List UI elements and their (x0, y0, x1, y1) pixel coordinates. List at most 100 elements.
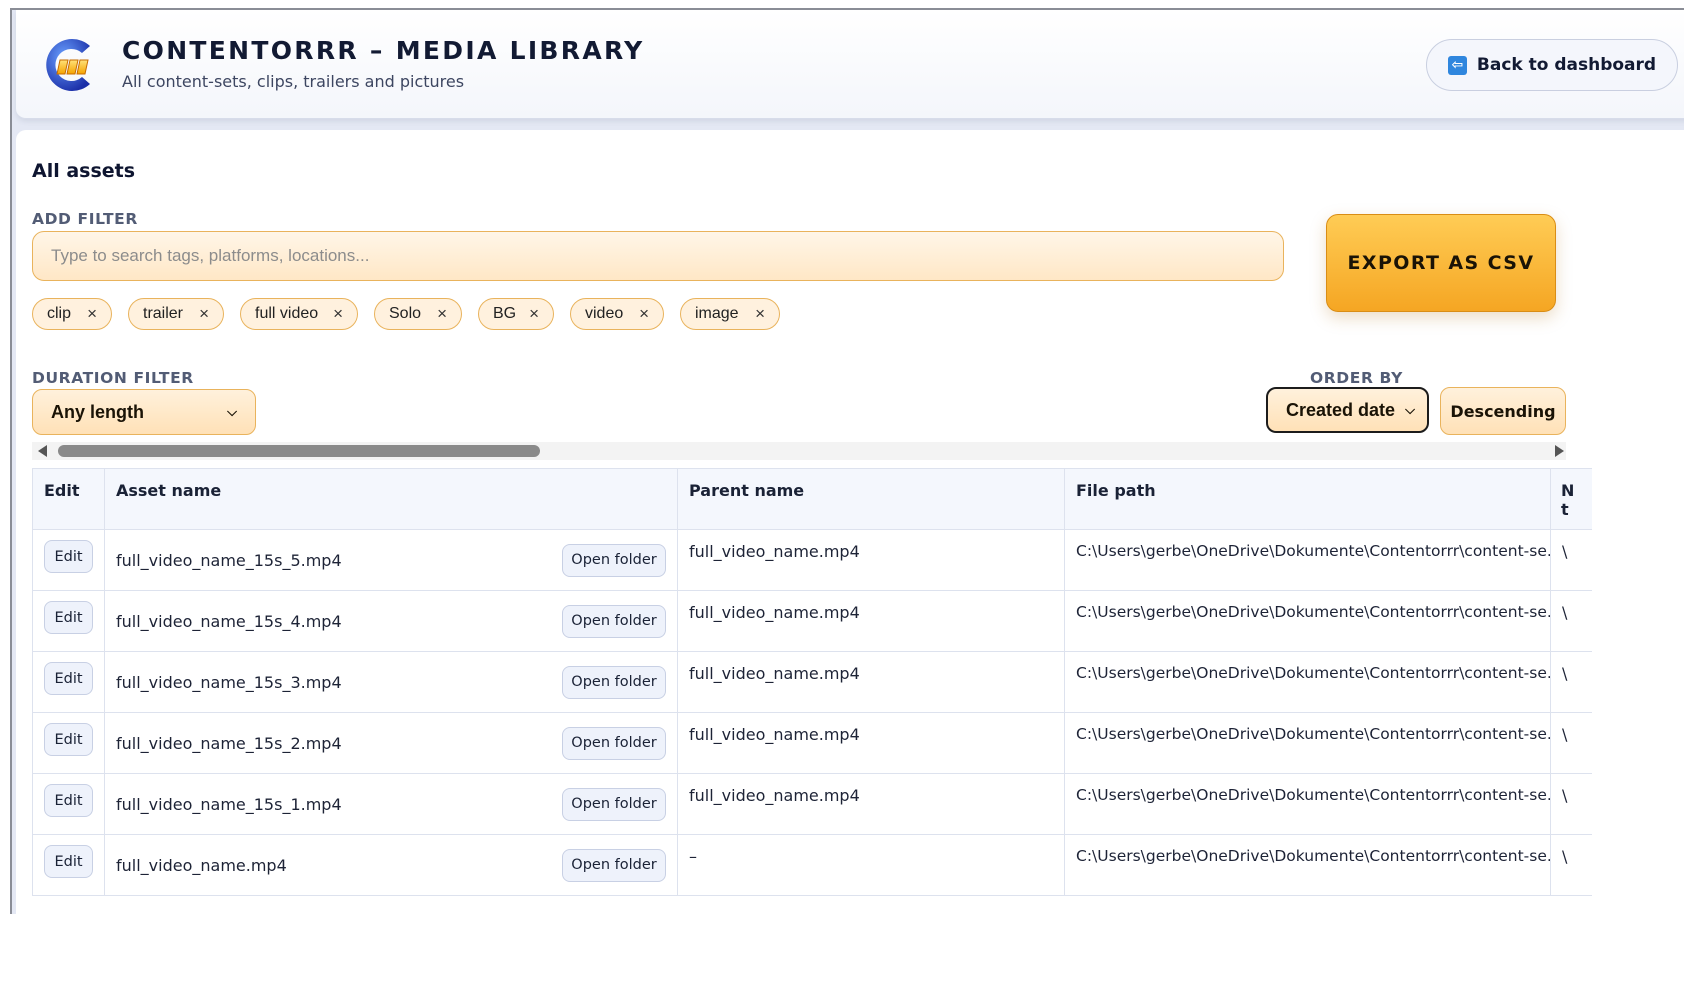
open-folder-button[interactable]: Open folder (562, 787, 666, 821)
truncated-cell: \ (1550, 590, 1592, 652)
chip-full-video[interactable]: full video × (240, 298, 358, 330)
asset-name-cell: full_video_name.mp4 Open folder (104, 834, 678, 896)
app-title: CONTENTORRR – MEDIA LIBRARY (122, 36, 645, 65)
main-content: All assets ADD FILTER EXPORT AS CSV clip… (16, 130, 1684, 981)
open-folder-button[interactable]: Open folder (562, 665, 666, 699)
close-icon[interactable]: × (755, 304, 765, 324)
edit-button[interactable]: Edit (44, 723, 93, 756)
file-path: C:\Users\gerbe\OneDrive\Dokumente\Conten… (1064, 834, 1551, 896)
parent-name: full_video_name.mp4 (677, 529, 1065, 591)
export-csv-button[interactable]: EXPORT AS CSV (1326, 214, 1556, 312)
close-icon[interactable]: × (87, 304, 97, 324)
asset-name-cell: full_video_name_15s_2.mp4 Open folder (104, 712, 678, 774)
chip-solo[interactable]: Solo × (374, 298, 462, 330)
close-icon[interactable]: × (333, 304, 343, 324)
column-header-edit: Edit (32, 468, 105, 530)
asset-name: full_video_name_15s_2.mp4 (116, 733, 342, 753)
edit-cell: Edit (32, 590, 105, 652)
section-title: All assets (32, 160, 136, 182)
close-icon[interactable]: × (199, 304, 209, 324)
file-path: C:\Users\gerbe\OneDrive\Dokumente\Conten… (1064, 529, 1551, 591)
asset-name-cell: full_video_name_15s_4.mp4 Open folder (104, 590, 678, 652)
open-folder-button[interactable]: Open folder (562, 604, 666, 638)
close-icon[interactable]: × (529, 304, 539, 324)
open-folder-button[interactable]: Open folder (562, 726, 666, 760)
file-path: C:\Users\gerbe\OneDrive\Dokumente\Conten… (1064, 590, 1551, 652)
chip-trailer[interactable]: trailer × (128, 298, 224, 330)
edit-button[interactable]: Edit (44, 540, 93, 573)
chevron-down-icon: ⌵ (1405, 402, 1415, 417)
sort-direction-button[interactable]: Descending (1440, 387, 1566, 435)
asset-name: full_video_name_15s_4.mp4 (116, 611, 342, 631)
file-path: C:\Users\gerbe\OneDrive\Dokumente\Conten… (1064, 712, 1551, 774)
table-row: Edit full_video_name_15s_2.mp4 Open folder… (32, 712, 1592, 774)
edit-cell: Edit (32, 712, 105, 774)
chip-video[interactable]: video × (570, 298, 664, 330)
parent-name: full_video_name.mp4 (677, 590, 1065, 652)
truncated-cell: \ (1550, 834, 1592, 896)
parent-name: full_video_name.mp4 (677, 773, 1065, 835)
column-header-asset-name: Asset name (104, 468, 678, 530)
asset-name: full_video_name_15s_3.mp4 (116, 672, 342, 692)
page-header: CONTENTORRR – MEDIA LIBRARY All content-… (16, 10, 1684, 119)
back-arrow-icon: ⇦ (1447, 55, 1467, 75)
back-button-label: Back to dashboard (1476, 55, 1657, 75)
table-row: Edit full_video_name_15s_4.mp4 Open folder… (32, 590, 1592, 652)
table-row: Edit full_video_name_15s_3.mp4 Open folder… (32, 651, 1592, 713)
parent-name: full_video_name.mp4 (677, 651, 1065, 713)
duration-filter-label: DURATION FILTER (32, 369, 194, 387)
back-to-dashboard-button[interactable]: ⇦ Back to dashboard (1426, 39, 1678, 91)
asset-name: full_video_name_15s_1.mp4 (116, 794, 342, 814)
truncated-cell: \ (1550, 529, 1592, 591)
order-by-label: ORDER BY (1310, 369, 1403, 387)
table-header-row: Edit Asset name Parent name File path N … (32, 468, 1592, 530)
contentorrr-logo-icon (46, 39, 90, 91)
truncated-cell: \ (1550, 773, 1592, 835)
open-folder-button[interactable]: Open folder (562, 543, 666, 577)
open-folder-button[interactable]: Open folder (562, 848, 666, 882)
edit-button[interactable]: Edit (44, 662, 93, 695)
asset-name: full_video_name_15s_5.mp4 (116, 550, 342, 570)
app-window: CONTENTORRR – MEDIA LIBRARY All content-… (10, 8, 1684, 981)
asset-name: full_video_name.mp4 (116, 855, 287, 875)
edit-cell: Edit (32, 773, 105, 835)
parent-name: full_video_name.mp4 (677, 712, 1065, 774)
chevron-down-icon: ⌵ (227, 404, 237, 419)
chip-image[interactable]: image × (680, 298, 780, 330)
edit-button[interactable]: Edit (44, 601, 93, 634)
table-row: Edit full_video_name.mp4 Open folder – C:\Us… (32, 834, 1592, 896)
truncated-cell: \ (1550, 712, 1592, 774)
file-path: C:\Users\gerbe\OneDrive\Dokumente\Conten… (1064, 651, 1551, 713)
duration-select[interactable]: Any length ⌵ (32, 389, 256, 435)
table-row: Edit full_video_name_15s_1.mp4 Open folder… (32, 773, 1592, 835)
chip-bg[interactable]: BG × (478, 298, 554, 330)
truncated-cell: \ (1550, 651, 1592, 713)
order-by-select[interactable]: Created date ⌵ (1266, 387, 1429, 433)
column-header-parent-name: Parent name (677, 468, 1065, 530)
add-filter-label: ADD FILTER (32, 210, 138, 228)
edit-button[interactable]: Edit (44, 845, 93, 878)
column-header-file-path: File path (1064, 468, 1551, 530)
horizontal-scrollbar[interactable] (32, 442, 1566, 460)
close-icon[interactable]: × (437, 304, 447, 324)
assets-table: Edit Asset name Parent name File path N … (32, 468, 1592, 981)
scrollbar-thumb[interactable] (58, 445, 540, 457)
table-row: Edit full_video_name_15s_5.mp4 Open folder… (32, 529, 1592, 591)
filter-search-input[interactable] (32, 231, 1284, 281)
edit-cell: Edit (32, 529, 105, 591)
scroll-left-icon[interactable] (38, 445, 47, 457)
asset-name-cell: full_video_name_15s_5.mp4 Open folder (104, 529, 678, 591)
column-header-cut: N t (1550, 468, 1592, 530)
edit-button[interactable]: Edit (44, 784, 93, 817)
scroll-right-icon[interactable] (1555, 445, 1564, 457)
asset-name-cell: full_video_name_15s_1.mp4 Open folder (104, 773, 678, 835)
close-icon[interactable]: × (639, 304, 649, 324)
edit-cell: Edit (32, 834, 105, 896)
app-subtitle: All content-sets, clips, trailers and pi… (122, 72, 465, 91)
blank-area (0, 914, 1684, 981)
parent-name: – (677, 834, 1065, 896)
file-path: C:\Users\gerbe\OneDrive\Dokumente\Conten… (1064, 773, 1551, 835)
asset-name-cell: full_video_name_15s_3.mp4 Open folder (104, 651, 678, 713)
edit-cell: Edit (32, 651, 105, 713)
chip-clip[interactable]: clip × (32, 298, 112, 330)
